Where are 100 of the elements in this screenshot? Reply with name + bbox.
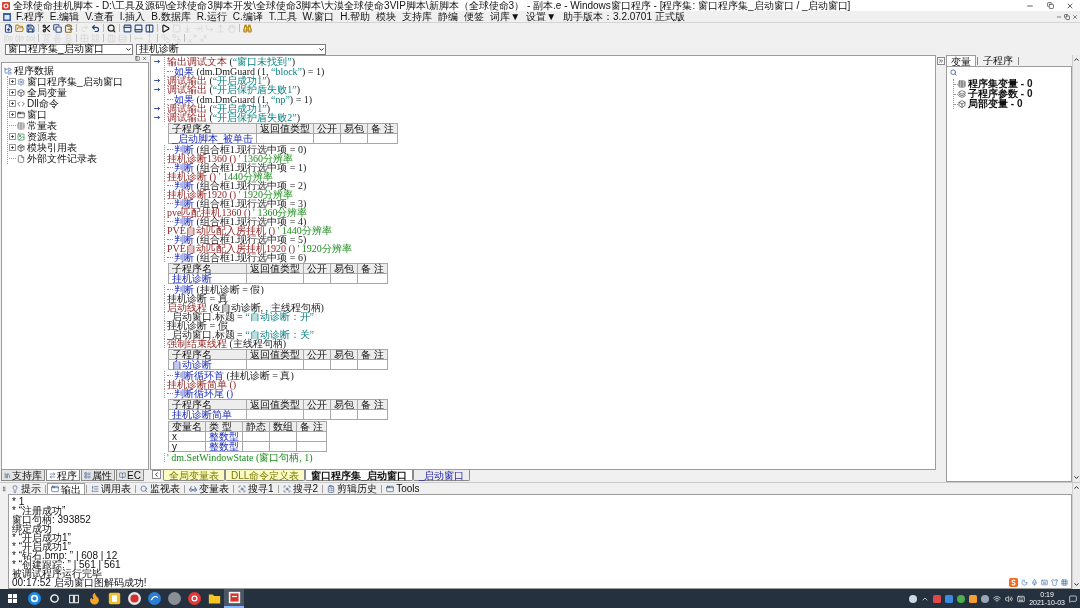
- window-icon[interactable]: [3, 12, 11, 21]
- menu-item[interactable]: V.查看: [82, 10, 117, 23]
- copy-icon[interactable]: [53, 23, 62, 33]
- menu-item[interactable]: C.编译: [229, 10, 266, 23]
- shirt-icon[interactable]: [1051, 578, 1058, 586]
- binoculars-icon[interactable]: [243, 23, 252, 33]
- tab[interactable]: 调用表: [88, 483, 134, 494]
- tree-item[interactable]: 窗口程序集_启动窗口: [27, 76, 123, 87]
- menu-item[interactable]: B.数据库: [148, 10, 194, 23]
- code-line: 如果 (dm.DmGuard (1, “block”) = 1): [174, 67, 325, 76]
- windows-logo-icon[interactable]: [7, 594, 17, 603]
- vertical-scrollbar[interactable]: [1072, 483, 1080, 589]
- tab[interactable]: 支持库: [1, 470, 45, 481]
- tree-item[interactable]: 局部变量 - 0: [968, 99, 1023, 109]
- grid-icon[interactable]: [1061, 578, 1068, 586]
- caret-icon: [318, 45, 325, 53]
- microphone-icon[interactable]: [1031, 578, 1038, 586]
- save-icon[interactable]: [26, 23, 35, 33]
- moon-icon[interactable]: [1021, 578, 1028, 586]
- input-method-logo-icon[interactable]: [1009, 577, 1018, 587]
- tree-item[interactable]: 窗口: [27, 109, 47, 120]
- speaker-icon[interactable]: [1005, 594, 1014, 603]
- tab[interactable]: Tools: [383, 483, 423, 494]
- menu-item[interactable]: W.窗口: [299, 10, 338, 23]
- dropdown[interactable]: 挂机诊断: [136, 43, 326, 55]
- taskbar-button[interactable]: [224, 589, 244, 608]
- network-icon[interactable]: [993, 594, 1002, 603]
- columns-icon[interactable]: [145, 23, 154, 33]
- tab[interactable]: 全局变量表: [163, 470, 225, 481]
- tab[interactable]: DLL命令定义表: [225, 470, 306, 481]
- tree-item[interactable]: 外部文件记录表: [27, 153, 97, 164]
- close-icon[interactable]: [1066, 1, 1074, 10]
- tree-item[interactable]: 全局变量: [27, 87, 67, 98]
- tree-item[interactable]: 资源表: [27, 131, 57, 142]
- menu-item[interactable]: R.运行: [193, 10, 230, 23]
- scroll-down-icon[interactable]: [1073, 581, 1080, 588]
- search-icon[interactable]: [107, 23, 116, 33]
- play-icon[interactable]: [161, 23, 170, 33]
- ring-logo-icon: [187, 592, 201, 605]
- scissors-icon[interactable]: [42, 23, 51, 33]
- tree-item[interactable]: 模块引用表: [27, 142, 77, 153]
- tree-item[interactable]: 程序数据: [14, 65, 54, 76]
- panel-icon[interactable]: [135, 56, 140, 61]
- restore-icon[interactable]: [1046, 2, 1054, 9]
- double-chevron-icon[interactable]: [937, 57, 945, 65]
- tab[interactable]: 搜寻2: [279, 483, 322, 494]
- tab[interactable]: 监视表: [137, 483, 183, 494]
- code-editor[interactable]: [150, 55, 936, 470]
- expand-icon[interactable]: [9, 133, 16, 140]
- tab[interactable]: 剪辑历史: [324, 483, 381, 494]
- tab[interactable]: 程序: [46, 470, 80, 481]
- caret-icon: [125, 45, 132, 53]
- restore-icon[interactable]: [1064, 13, 1070, 20]
- tab[interactable]: 属性: [81, 470, 115, 481]
- tab[interactable]: 提示: [8, 483, 44, 494]
- paste-icon[interactable]: [64, 23, 73, 33]
- expand-icon[interactable]: [9, 144, 16, 151]
- close-icon[interactable]: [142, 56, 147, 61]
- menu-item[interactable]: 词库▼: [487, 10, 524, 23]
- menu-item[interactable]: 支持库: [399, 10, 436, 23]
- expand-icon[interactable]: [9, 78, 16, 85]
- grip-icon[interactable]: [1, 485, 7, 493]
- scroll-up-icon[interactable]: [1073, 56, 1080, 63]
- tab[interactable]: 子程序: [979, 55, 1017, 66]
- menu-item[interactable]: 设置▼: [523, 10, 560, 23]
- new-file-icon[interactable]: [4, 23, 13, 33]
- tab[interactable]: _启动窗口: [412, 470, 471, 481]
- tree-item[interactable]: Dll命令: [27, 98, 59, 109]
- menu-item[interactable]: F.程序: [13, 10, 47, 23]
- panel-bottom-icon[interactable]: [134, 23, 143, 33]
- expand-icon[interactable]: [9, 89, 16, 96]
- menu-item[interactable]: 静编: [435, 10, 462, 23]
- menu-item[interactable]: 便签: [461, 10, 488, 23]
- code-icon: [17, 99, 25, 108]
- vertical-scrollbar[interactable]: [1072, 55, 1080, 482]
- tree-item[interactable]: 常量表: [27, 120, 57, 131]
- scroll-up-icon[interactable]: [1073, 484, 1080, 491]
- tab[interactable]: 搜寻1: [235, 483, 277, 494]
- close-icon[interactable]: [1072, 13, 1078, 20]
- scroll-down-icon[interactable]: [1073, 474, 1080, 481]
- menu-item[interactable]: H.帮助: [337, 10, 374, 23]
- lightbulb-icon: [11, 484, 19, 493]
- scroll-left-icon[interactable]: [152, 470, 161, 479]
- dropdown[interactable]: 窗口程序集_启动窗口: [5, 43, 133, 55]
- stack-icon: [958, 90, 966, 98]
- menu-item[interactable]: E.编辑: [46, 10, 83, 23]
- tree-item[interactable]: 子程序参数 - 0: [968, 89, 1033, 99]
- tray-app-icon[interactable]: [909, 594, 918, 603]
- expand-icon[interactable]: [9, 100, 16, 107]
- expand-icon[interactable]: [9, 111, 16, 118]
- menu-item[interactable]: I.插入: [116, 10, 149, 23]
- tree-item[interactable]: 程序集变量 - 0: [968, 79, 1033, 89]
- notification-icon[interactable]: [1069, 594, 1077, 603]
- menu-item[interactable]: T.工具: [265, 10, 300, 23]
- tab[interactable]: EC: [116, 470, 144, 481]
- output-line: * “开启成功1”: [12, 533, 71, 542]
- tab[interactable]: 变量表: [186, 483, 232, 494]
- menu-item[interactable]: 模块: [373, 10, 400, 23]
- undo-icon[interactable]: [91, 23, 100, 33]
- panel-top-icon[interactable]: [123, 23, 132, 33]
